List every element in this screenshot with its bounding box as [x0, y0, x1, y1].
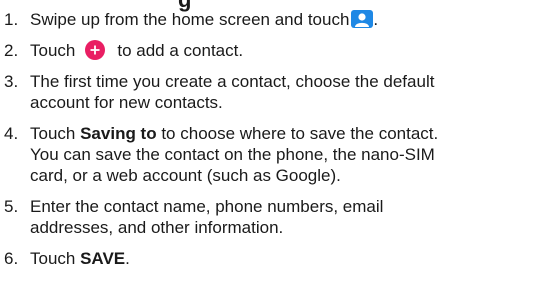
save-label: SAVE: [80, 249, 126, 268]
contacts-app-icon: [351, 10, 374, 28]
step-1: 1. Swipe up from the home screen and tou…: [4, 9, 544, 30]
step-3: 3. The first time you create a contact, …: [4, 71, 544, 113]
step-number: 4.: [4, 124, 19, 143]
step-2: 2. Touch to add a contact.: [4, 40, 544, 61]
step-number: 2.: [4, 41, 19, 60]
add-contact-icon: [85, 40, 106, 60]
instruction-page: g 1. Swipe up from the home screen and t…: [0, 0, 548, 307]
steps-list: 1. Swipe up from the home screen and tou…: [4, 9, 544, 279]
step-text: Touch SAVE.: [30, 249, 130, 268]
step-number: 3.: [4, 72, 19, 91]
step-number: 5.: [4, 197, 19, 216]
saving-to-label: Saving to: [80, 124, 157, 143]
step-5: 5. Enter the contact name, phone numbers…: [4, 196, 544, 238]
step-number: 1.: [4, 10, 19, 29]
step-text: Touch Saving to to choose where to save …: [30, 124, 439, 185]
step-text: Enter the contact name, phone numbers, e…: [30, 197, 384, 237]
step-text: Touch to add a contact.: [30, 40, 244, 60]
step-number: 6.: [4, 249, 19, 268]
step-text: The first time you create a contact, cho…: [30, 72, 435, 112]
step-text: Swipe up from the home screen and touch …: [30, 10, 379, 29]
step-4: 4. Touch Saving to to choose where to sa…: [4, 123, 544, 186]
step-6: 6. Touch SAVE.: [4, 248, 544, 269]
